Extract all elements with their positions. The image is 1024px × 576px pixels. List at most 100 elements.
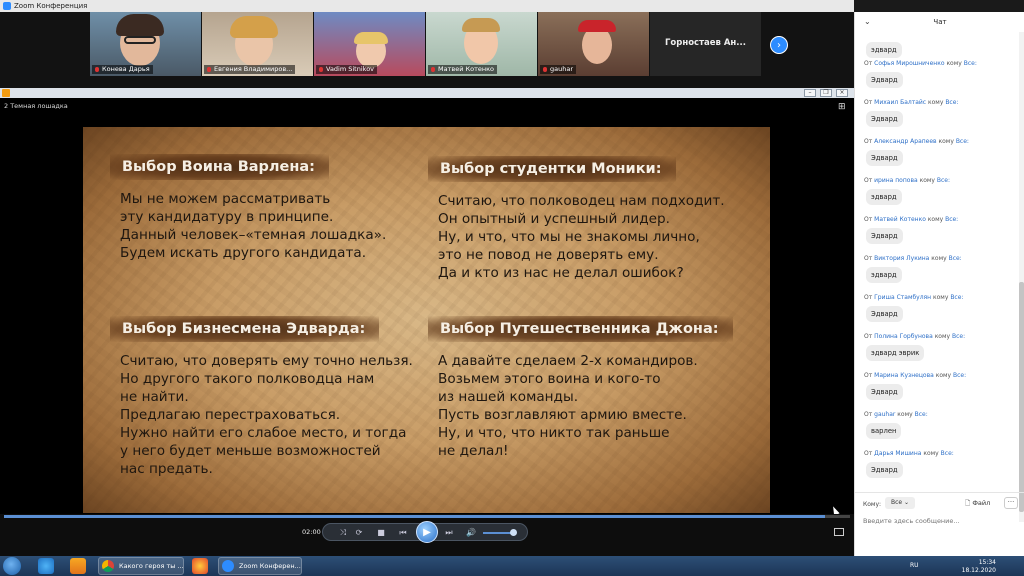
play-button[interactable]: ▶ — [416, 521, 438, 543]
text-line: эту кандидатуру в принципе. — [120, 209, 334, 225]
to-prefix: кому — [934, 333, 951, 340]
recipient-name[interactable]: Все: — [956, 138, 969, 145]
more-button[interactable]: ··· — [1004, 497, 1018, 509]
minimize-button[interactable]: – — [804, 89, 816, 97]
recipient-name[interactable]: Все: — [941, 450, 954, 457]
clock-time[interactable]: 15:34 — [905, 559, 1024, 566]
taskbar-task-chrome[interactable]: Какого героя ты ... — [98, 557, 184, 575]
text-line: Возьмем этого воина и кого-то — [438, 371, 661, 387]
message-meta: От Марина Кузнецова кому Все: — [864, 372, 966, 379]
participant-name: Конева Дарья — [92, 65, 153, 74]
sender-name[interactable]: gauhar — [874, 411, 895, 418]
chat-message: От Матвей Котенко кому Все: Эдвард — [864, 216, 958, 244]
recipient-name[interactable]: Все: — [945, 216, 958, 223]
chat-message: От Виктория Лукина кому Все: эдвард — [864, 255, 962, 283]
grid-view-icon[interactable]: ⊞ — [838, 103, 847, 112]
shuffle-icon[interactable]: ⤨ — [337, 527, 349, 539]
restore-button[interactable]: ❐ — [820, 89, 832, 97]
chat-message: От Полина Горбунова кому Все: эдвард эври… — [864, 333, 965, 361]
sender-name[interactable]: Софья Мирошниченко — [874, 60, 944, 67]
sender-name[interactable]: Гриша Стамбулян — [874, 294, 931, 301]
chat-message: От Гриша Стамбулян кому Все: Эдвард — [864, 294, 963, 322]
sender-name[interactable]: Виктория Лукина — [874, 255, 929, 262]
from-prefix: От — [864, 60, 873, 67]
to-prefix: кому — [933, 294, 949, 301]
chat-message: От ирина попова кому Все: эдвард — [864, 177, 950, 205]
internet-explorer-icon[interactable] — [38, 558, 54, 574]
sender-name[interactable]: Марина Кузнецова — [874, 372, 934, 379]
sender-name[interactable]: Полина Горбунова — [874, 333, 933, 340]
volume-icon[interactable]: 🔊 — [465, 527, 477, 539]
player-controls: 02:00 ⤨ ⟳ ■ ⏮ ▶ ⏭ 🔊 — [0, 514, 854, 556]
to-prefix: кому — [938, 138, 954, 145]
volume-slider[interactable] — [483, 529, 517, 536]
participant-tile[interactable]: Горностаев Ан... — [650, 12, 761, 76]
firefox-icon[interactable] — [192, 558, 208, 574]
participant-tile[interactable]: Евгения Владимиров... — [202, 12, 313, 76]
participant-name: gauhar — [540, 65, 577, 74]
participant-tile[interactable]: gauhar — [538, 12, 649, 76]
media-player-icon — [2, 89, 10, 97]
next-participants-button[interactable]: › — [770, 36, 788, 54]
file-label: Файл — [972, 499, 991, 507]
chat-input[interactable] — [863, 514, 1013, 528]
sender-name[interactable]: Дарья Мишина — [874, 450, 921, 457]
recipient-name[interactable]: Все: — [953, 372, 966, 379]
recipient-name[interactable]: Все: — [964, 60, 977, 67]
stop-button[interactable]: ■ — [375, 527, 387, 539]
message-bubble: Эдвард — [866, 306, 903, 322]
zoom-logo-icon — [3, 2, 11, 10]
media-player-icon[interactable] — [70, 558, 86, 574]
message-meta: От ирина попова кому Все: — [864, 177, 950, 184]
close-button[interactable]: × — [836, 89, 848, 97]
recipient-name[interactable]: Все: — [915, 411, 928, 418]
slide: Выбор Воина Варлена: Мы не можем рассмат… — [83, 127, 770, 513]
recipient-name[interactable]: Все: — [937, 177, 950, 184]
sender-name[interactable]: Михаил Балтайс — [874, 99, 926, 106]
message-bubble: эдвард — [866, 267, 902, 283]
message-bubble: Эдвард — [866, 228, 903, 244]
from-prefix: От — [864, 411, 873, 418]
zoom-titlebar: Zoom Конференция — [0, 0, 854, 12]
participant-tile[interactable]: Конева Дарья — [90, 12, 201, 76]
message-bubble: эдвард — [866, 189, 902, 205]
seek-bar[interactable] — [4, 515, 850, 518]
from-prefix: От — [864, 255, 873, 262]
scrollbar-thumb[interactable] — [1019, 282, 1024, 512]
previous-button[interactable]: ⏮ — [397, 527, 409, 539]
sender-name[interactable]: Матвей Котенко — [874, 216, 926, 223]
repeat-icon[interactable]: ⟳ — [353, 527, 365, 539]
message-meta: От Дарья Мишина кому Все: — [864, 450, 954, 457]
volume-knob[interactable] — [509, 529, 517, 536]
to-prefix: кому — [946, 60, 962, 67]
chevron-down-icon: ⌄ — [904, 499, 910, 506]
block-heading: Выбор Путешественника Джона: — [428, 316, 733, 342]
text-line: не найти. — [120, 389, 189, 405]
switch-to-library-icon[interactable] — [834, 528, 844, 536]
recipient-name[interactable]: Все: — [945, 99, 958, 106]
recipient-name[interactable]: Все: — [952, 333, 965, 340]
clock-date[interactable]: 18.12.2020 — [905, 567, 1024, 574]
recipient-name[interactable]: Все: — [949, 255, 962, 262]
from-prefix: От — [864, 99, 873, 106]
message-meta: От Полина Горбунова кому Все: — [864, 333, 965, 340]
from-prefix: От — [864, 450, 873, 457]
from-prefix: От — [864, 216, 873, 223]
text-line: Пусть возглавляют армию вместе. — [438, 407, 687, 423]
participant-tile[interactable]: Vadim Sitnikov — [314, 12, 425, 76]
taskbar-task-zoom[interactable]: Zoom Конферен... — [218, 557, 302, 575]
sender-name[interactable]: ирина попова — [874, 177, 918, 184]
message-bubble: эдвард эврик — [866, 345, 925, 361]
message-meta: От Александр Арапеев кому Все: — [864, 138, 969, 145]
next-button[interactable]: ⏭ — [443, 527, 455, 539]
chat-scrollbar[interactable] — [1019, 32, 1024, 522]
participant-tile[interactable]: Матвей Котенко — [426, 12, 537, 76]
text-line: Нужно найти его слабое место, и тогда — [120, 425, 407, 441]
recipient-name[interactable]: Все: — [950, 294, 963, 301]
start-button[interactable] — [3, 557, 21, 575]
sender-name[interactable]: Александр Арапеев — [874, 138, 936, 145]
file-button[interactable]: 🗋 Файл — [965, 499, 990, 510]
text-line: не делал! — [438, 443, 509, 459]
recipient-select[interactable]: Все ⌄ — [885, 497, 915, 509]
player-titlebar: – ❐ × — [0, 88, 854, 98]
